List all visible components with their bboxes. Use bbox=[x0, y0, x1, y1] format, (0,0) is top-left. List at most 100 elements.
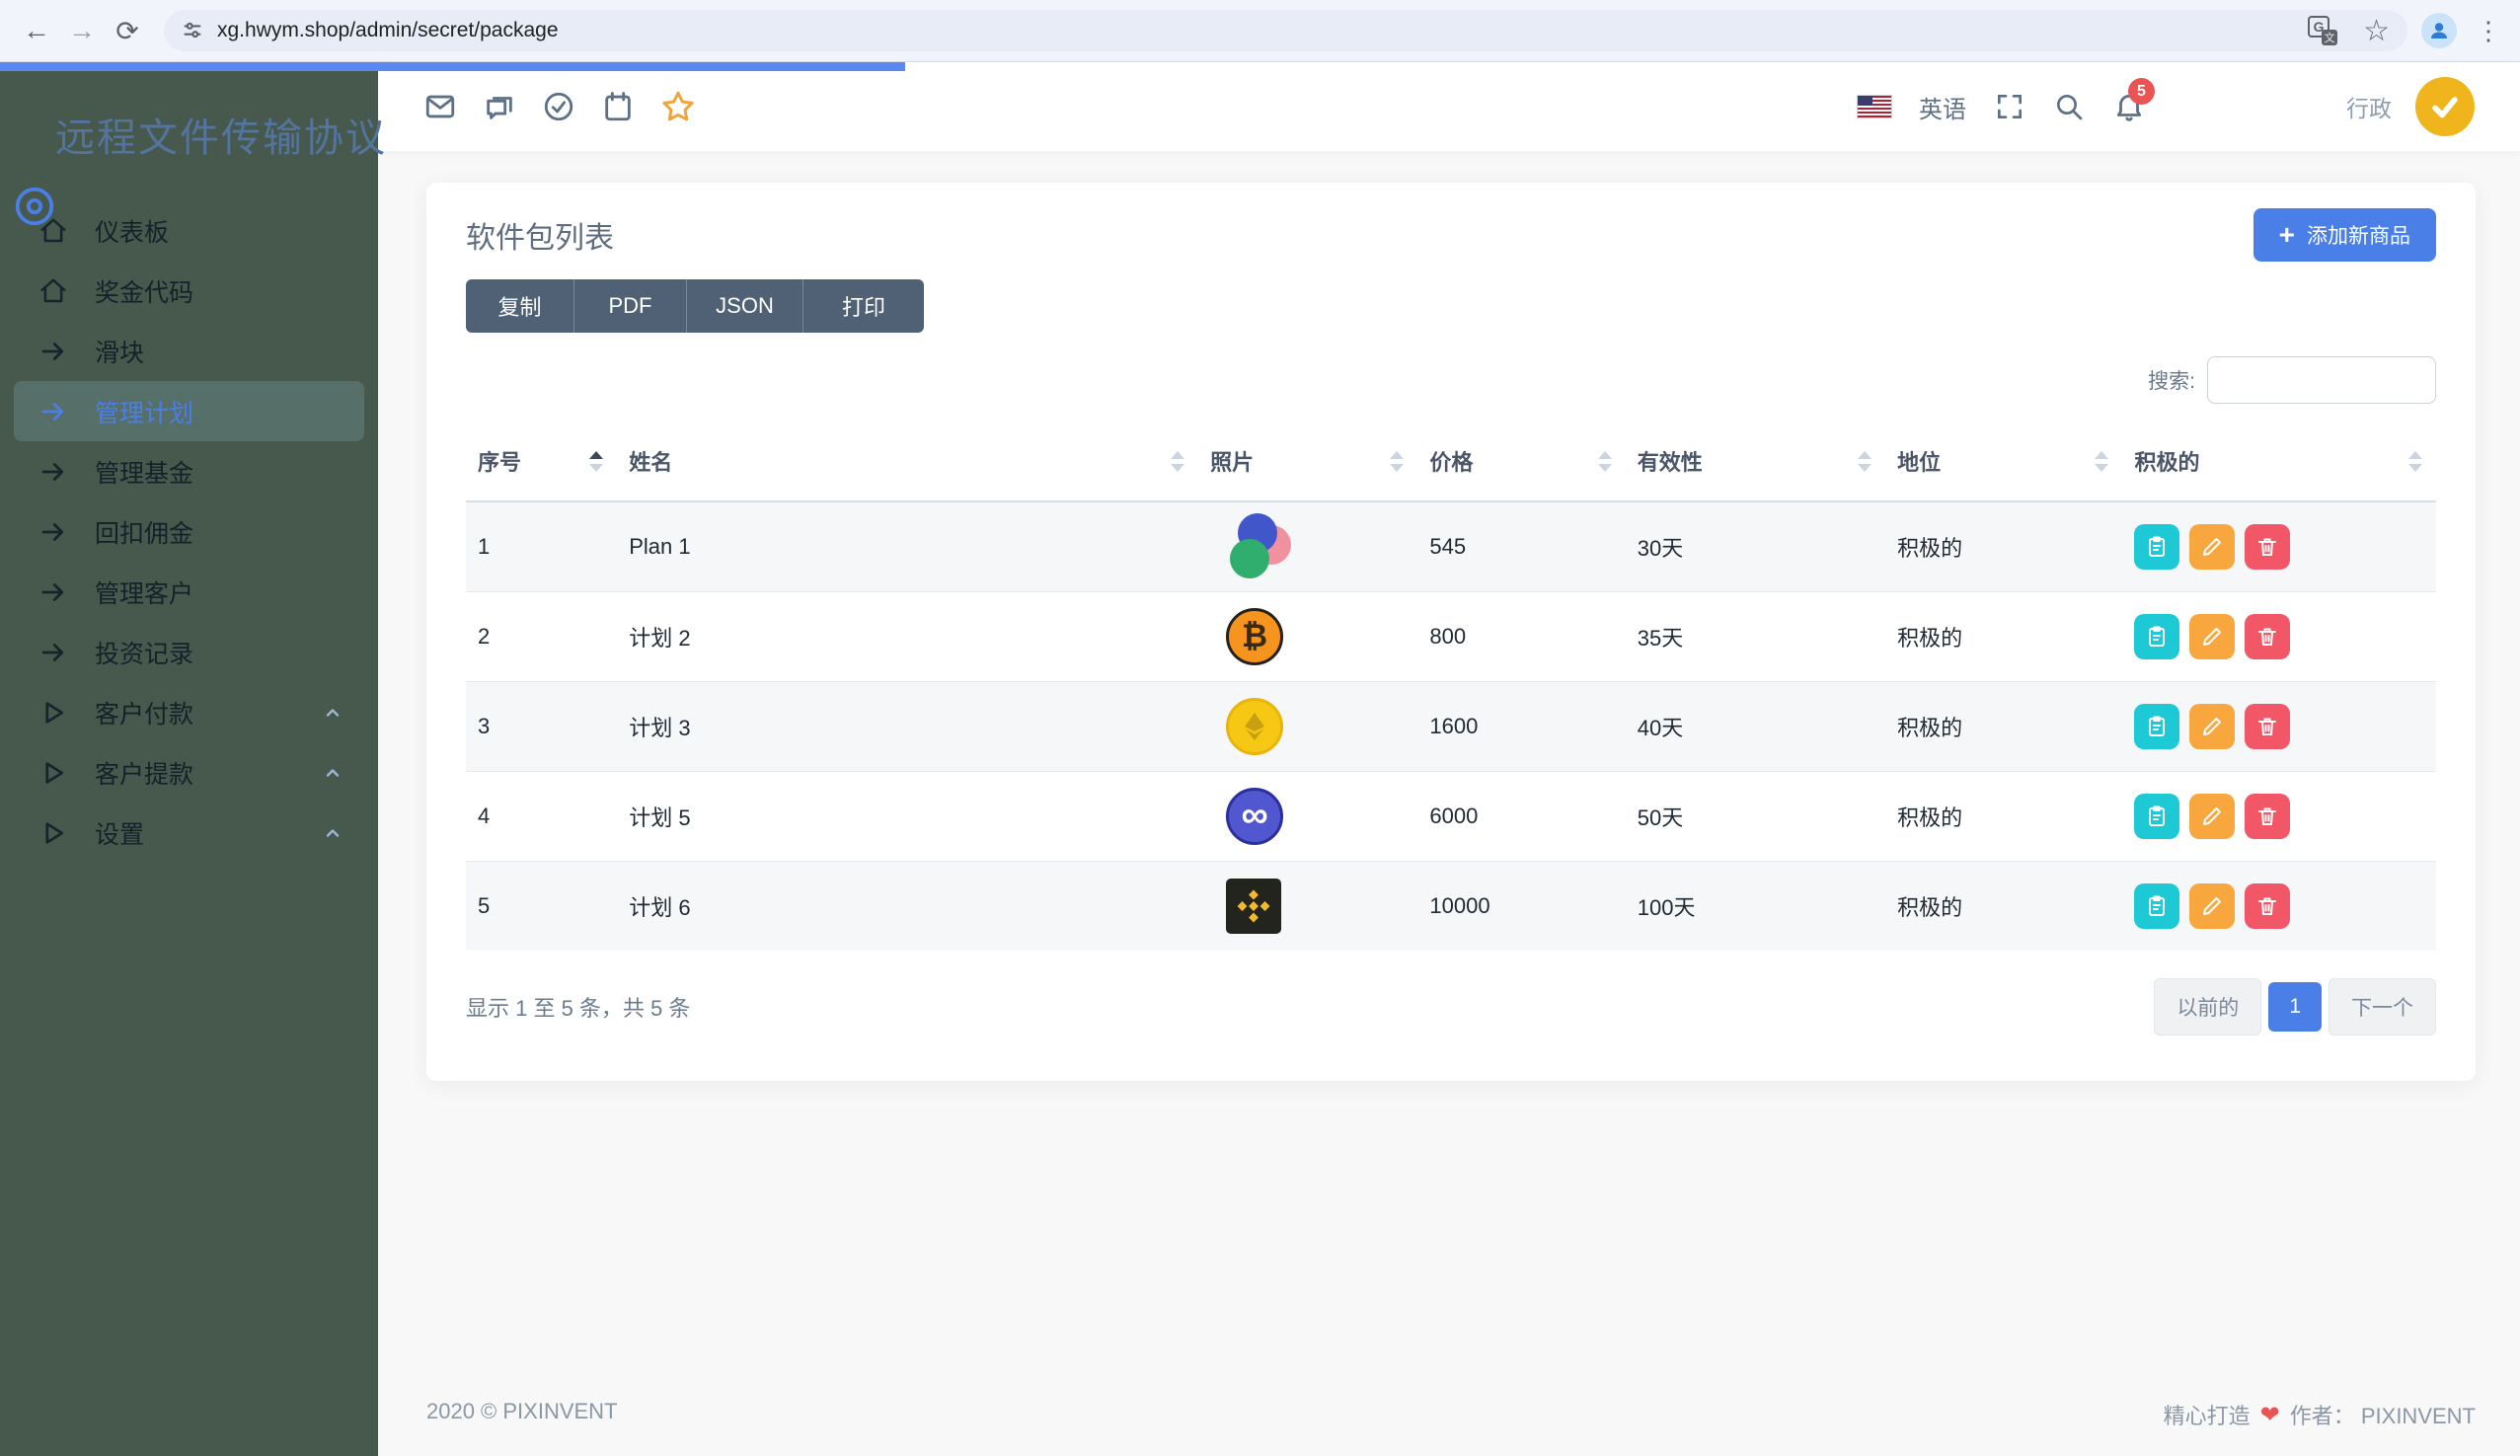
cell-validity: 100天 bbox=[1626, 861, 1885, 951]
cell-status: 积极的 bbox=[1885, 501, 2122, 591]
footer: 2020 © PIXINVENT 精心打造 ❤ 作者： PIXINVENT bbox=[378, 1381, 2520, 1456]
packages-table: 序号 姓名 照片 价格 有效性 地位 bbox=[466, 429, 2436, 951]
current-page-button[interactable]: 1 bbox=[2268, 982, 2322, 1032]
edit-button[interactable] bbox=[2189, 524, 2235, 570]
search-label: 搜索: bbox=[2148, 365, 2195, 395]
sidebar-item-bonus-code[interactable]: 奖金代码 bbox=[14, 261, 364, 321]
details-button[interactable] bbox=[2134, 614, 2179, 659]
chevron-up-icon bbox=[321, 821, 344, 845]
column-header-photo[interactable]: 照片 bbox=[1198, 429, 1417, 501]
previous-page-button[interactable]: 以前的 bbox=[2154, 978, 2261, 1035]
table-info: 显示 1 至 5 条，共 5 条 bbox=[466, 991, 690, 1023]
reload-icon[interactable]: ⟳ bbox=[105, 15, 150, 47]
cell-actions bbox=[2122, 591, 2436, 681]
chat-icon[interactable] bbox=[483, 90, 516, 123]
delete-button[interactable] bbox=[2245, 704, 2290, 749]
copy-button[interactable]: 复制 bbox=[466, 279, 574, 333]
table-row: 5 计划 6 bbox=[466, 861, 2436, 951]
search-icon[interactable] bbox=[2053, 91, 2085, 122]
column-header-validity[interactable]: 有效性 bbox=[1626, 429, 1885, 501]
json-button[interactable]: JSON bbox=[687, 279, 803, 333]
search-input[interactable] bbox=[2207, 356, 2436, 404]
check-circle-icon[interactable] bbox=[542, 90, 575, 123]
table-header-row: 序号 姓名 照片 价格 有效性 地位 bbox=[466, 429, 2436, 501]
star-icon[interactable] bbox=[660, 89, 696, 124]
column-header-name[interactable]: 姓名 bbox=[617, 429, 1198, 501]
sidebar-item-customer-withdrawals[interactable]: 客户提款 bbox=[14, 742, 364, 803]
cell-photo bbox=[1198, 861, 1417, 951]
avatar-check-icon bbox=[2415, 77, 2475, 136]
column-header-no[interactable]: 序号 bbox=[466, 429, 617, 501]
us-flag-icon[interactable] bbox=[1858, 96, 1891, 117]
back-icon[interactable]: ← bbox=[14, 15, 59, 46]
sidebar-item-settings[interactable]: 设置 bbox=[14, 803, 364, 863]
sort-indicator bbox=[1858, 451, 1871, 472]
details-button[interactable] bbox=[2134, 794, 2179, 839]
cell-price: 10000 bbox=[1417, 861, 1625, 951]
fullscreen-icon[interactable] bbox=[1994, 91, 2025, 122]
table-row: 3 计划 3 1600 40天 积极的 bbox=[466, 681, 2436, 771]
sidebar-item-manage-customers[interactable]: 管理客户 bbox=[14, 562, 364, 622]
edit-button[interactable] bbox=[2189, 794, 2235, 839]
cell-status: 积极的 bbox=[1885, 771, 2122, 861]
column-header-active[interactable]: 积极的 bbox=[2122, 429, 2436, 501]
footer-made-with: 精心打造 bbox=[2164, 1399, 2251, 1430]
sidebar-item-rebate-commission[interactable]: 回扣佣金 bbox=[14, 501, 364, 562]
edit-button[interactable] bbox=[2189, 883, 2235, 929]
sidebar: 远程文件传输协议 仪表板 奖金代码 bbox=[0, 62, 378, 1456]
circle-dot-icon bbox=[12, 184, 57, 234]
table-row: 2 计划 2 ₿ 800 35天 积极的 bbox=[466, 591, 2436, 681]
sidebar-item-slider[interactable]: 滑块 bbox=[14, 321, 364, 381]
details-button[interactable] bbox=[2134, 883, 2179, 929]
chevron-up-icon bbox=[321, 701, 344, 725]
cell-no: 1 bbox=[466, 501, 617, 591]
sidebar-item-label: 管理基金 bbox=[95, 454, 193, 490]
language-label[interactable]: 英语 bbox=[1919, 90, 1966, 124]
content-area: 软件包列表 + 添加新商品 复制 PDF JSON 打印 搜索: bbox=[378, 151, 2520, 1381]
edit-button[interactable] bbox=[2189, 704, 2235, 749]
sidebar-item-investment-records[interactable]: 投资记录 bbox=[14, 622, 364, 682]
browser-profile-icon[interactable] bbox=[2421, 13, 2457, 48]
heart-icon: ❤ bbox=[2260, 1401, 2280, 1429]
add-product-label: 添加新商品 bbox=[2307, 220, 2410, 250]
delete-button[interactable] bbox=[2245, 524, 2290, 570]
delete-button[interactable] bbox=[2245, 614, 2290, 659]
sidebar-item-customer-payments[interactable]: 客户付款 bbox=[14, 682, 364, 742]
user-menu[interactable]: 行政 bbox=[2346, 77, 2475, 136]
details-button[interactable] bbox=[2134, 524, 2179, 570]
calendar-icon[interactable] bbox=[601, 90, 635, 123]
edit-button[interactable] bbox=[2189, 614, 2235, 659]
site-settings-icon[interactable] bbox=[182, 20, 203, 41]
translate-icon[interactable]: G 文 bbox=[2308, 16, 2337, 45]
details-button[interactable] bbox=[2134, 704, 2179, 749]
navbar-shortcuts bbox=[423, 89, 696, 124]
add-product-button[interactable]: + 添加新商品 bbox=[2253, 208, 2436, 262]
delete-button[interactable] bbox=[2245, 883, 2290, 929]
sidebar-item-label: 管理客户 bbox=[95, 575, 193, 610]
sort-indicator bbox=[1171, 451, 1184, 472]
forward-icon[interactable]: → bbox=[59, 15, 105, 46]
sidebar-item-manage-plans[interactable]: 管理计划 bbox=[14, 381, 364, 441]
app-navbar: 英语 5 行政 bbox=[378, 62, 2520, 151]
delete-button[interactable] bbox=[2245, 794, 2290, 839]
browser-menu-icon[interactable]: ⋮ bbox=[2471, 16, 2506, 46]
column-header-price[interactable]: 价格 bbox=[1417, 429, 1625, 501]
url-text[interactable]: xg.hwym.shop/admin/secret/package bbox=[217, 19, 2308, 42]
pdf-button[interactable]: PDF bbox=[574, 279, 687, 333]
sort-indicator bbox=[1598, 451, 1612, 472]
venn-circles-image bbox=[1226, 513, 1297, 580]
column-header-status[interactable]: 地位 bbox=[1885, 429, 2122, 501]
cell-no: 2 bbox=[466, 591, 617, 681]
bookmark-icon[interactable]: ☆ bbox=[2363, 14, 2390, 48]
next-page-button[interactable]: 下一个 bbox=[2329, 978, 2436, 1035]
sidebar-item-manage-funds[interactable]: 管理基金 bbox=[14, 441, 364, 501]
sidebar-item-dashboard[interactable]: 仪表板 bbox=[14, 200, 364, 261]
cell-name: 计划 6 bbox=[617, 861, 1198, 951]
address-bar[interactable]: xg.hwym.shop/admin/secret/package G 文 ☆ bbox=[164, 10, 2407, 51]
mail-icon[interactable] bbox=[423, 90, 457, 123]
play-triangle-icon bbox=[38, 817, 69, 849]
print-button[interactable]: 打印 bbox=[803, 279, 924, 333]
navbar-right: 英语 5 行政 bbox=[1858, 77, 2475, 136]
notification-badge: 5 bbox=[2128, 78, 2155, 105]
bell-icon[interactable]: 5 bbox=[2112, 90, 2146, 123]
